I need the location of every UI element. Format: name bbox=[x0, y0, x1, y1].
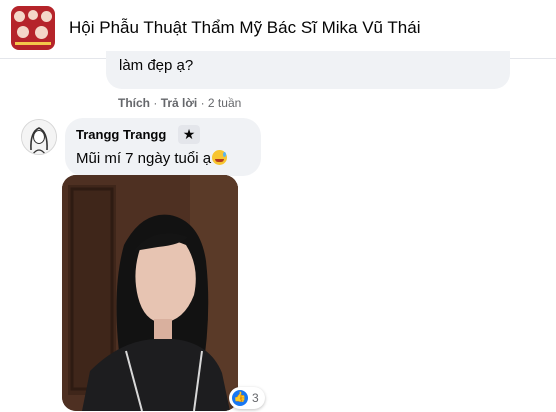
group-avatar[interactable] bbox=[11, 6, 55, 50]
group-title[interactable]: Hội Phẫu Thuật Thẩm Mỹ Bác Sĩ Mika Vũ Th… bbox=[69, 18, 421, 38]
comment-text-line: Mũi mí 7 ngày tuổi ạ bbox=[76, 150, 228, 167]
separator-dot: · bbox=[153, 96, 161, 110]
comment-text: Mũi mí 7 ngày tuổi ạ bbox=[76, 150, 212, 167]
grinning-sweat-emoji-icon bbox=[212, 150, 228, 165]
reactions-summary[interactable]: 👍 3 bbox=[229, 387, 265, 409]
previous-comment-bubble: làm đẹp ạ? bbox=[106, 51, 510, 89]
like-link[interactable]: Thích bbox=[118, 96, 150, 110]
previous-comment-text: làm đẹp ạ? bbox=[119, 57, 194, 74]
like-icon: 👍 bbox=[232, 390, 248, 406]
commenter-avatar[interactable] bbox=[21, 119, 57, 155]
comment-photo[interactable] bbox=[62, 175, 238, 411]
avatar-sketch bbox=[22, 120, 56, 154]
star-icon[interactable]: ★ bbox=[178, 125, 200, 144]
separator-dot: · bbox=[200, 96, 208, 110]
comment-author[interactable]: Trangg Trangg bbox=[76, 127, 166, 142]
selfie-image bbox=[62, 175, 238, 411]
reply-link[interactable]: Trả lời bbox=[161, 96, 198, 110]
comments-feed: làm đẹp ạ? Thích · Trả lời · 2 tuần Tran… bbox=[0, 51, 556, 412]
comment-bubble: Trangg Trangg ★ Mũi mí 7 ngày tuổi ạ bbox=[65, 118, 261, 176]
reaction-count: 3 bbox=[252, 391, 259, 405]
previous-comment-actions: Thích · Trả lời · 2 tuần bbox=[118, 96, 241, 110]
timestamp[interactable]: 2 tuần bbox=[208, 96, 241, 110]
